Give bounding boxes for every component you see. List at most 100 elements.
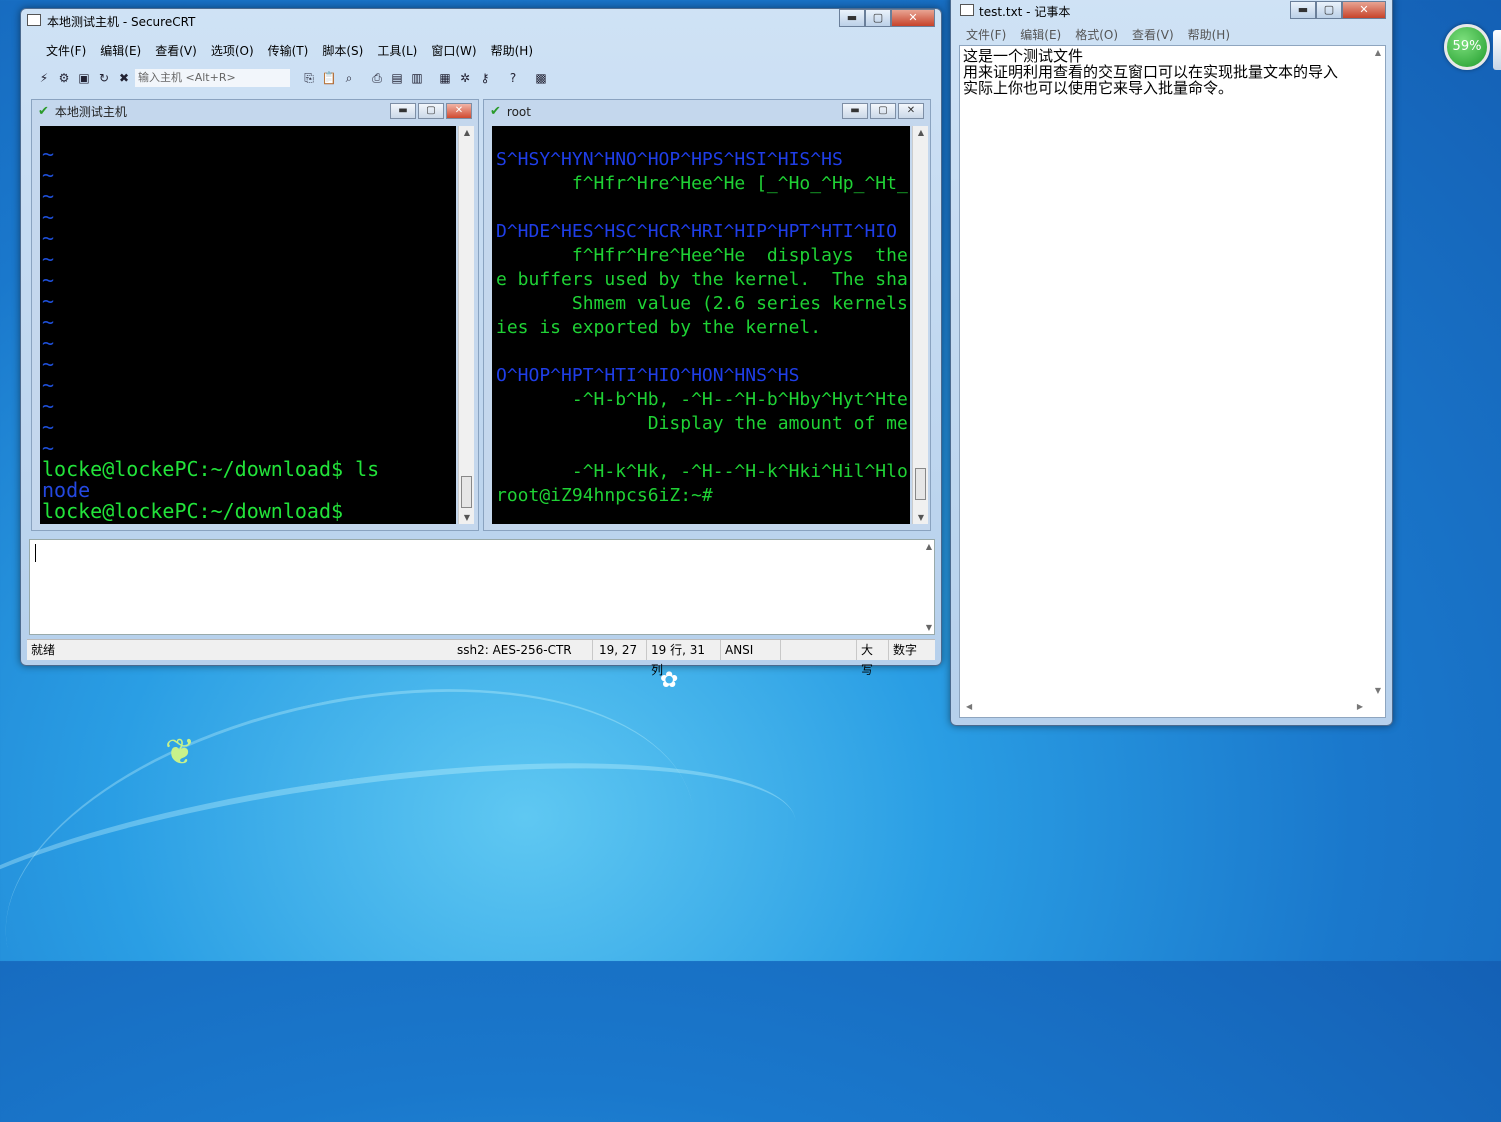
status-num: 数字 xyxy=(893,643,918,657)
scroll-up-arrow-icon[interactable]: ▲ xyxy=(1375,48,1381,57)
scroll-thumb[interactable] xyxy=(915,468,926,500)
menu-file[interactable]: 文件(F) xyxy=(39,41,93,61)
scroll-down-arrow-icon[interactable]: ▼ xyxy=(926,623,932,632)
scroll-down-arrow-icon[interactable]: ▼ xyxy=(913,513,929,522)
session-options-icon[interactable]: ▦ xyxy=(436,69,454,87)
terminal-scrollbar[interactable]: ▲ ▼ xyxy=(912,126,928,524)
pane-title-label: 本地测试主机 xyxy=(54,105,127,119)
find-icon[interactable]: ⌕ xyxy=(340,69,358,87)
menu-format[interactable]: 格式(O) xyxy=(1068,26,1125,44)
notepad-content: 这是一个测试文件 用来证明利用查看的交互窗口可以在实现批量文本的导入 实际上你也… xyxy=(963,47,1339,97)
connected-check-icon: ✔ xyxy=(38,104,49,119)
disconnect-icon[interactable]: ✖ xyxy=(115,69,133,87)
close-button[interactable]: ✕ xyxy=(891,9,935,27)
reconnect-icon[interactable]: ↻ xyxy=(95,69,113,87)
pane-title[interactable]: ✔ root xyxy=(490,102,531,122)
paste-icon[interactable]: 📋 xyxy=(320,69,338,87)
pane-minimize-button[interactable]: ▬ xyxy=(390,103,416,119)
connect-tab-icon[interactable]: ▣ xyxy=(75,69,93,87)
minimize-button[interactable]: ▬ xyxy=(839,9,865,27)
pane-minimize-button[interactable]: ▬ xyxy=(842,103,868,119)
quick-connect-icon[interactable]: ⚙ xyxy=(55,69,73,87)
menu-window[interactable]: 窗口(W) xyxy=(424,41,483,61)
pane-title[interactable]: ✔ 本地测试主机 xyxy=(38,102,127,122)
menu-help[interactable]: 帮助(H) xyxy=(1181,26,1237,44)
menu-options[interactable]: 选项(O) xyxy=(204,41,261,61)
scroll-down-arrow-icon[interactable]: ▼ xyxy=(1375,686,1381,695)
window-caption-buttons: ▬ ▢ ✕ xyxy=(839,9,935,27)
pane-caption-buttons: ▬ ▢ ✕ xyxy=(842,103,924,119)
command-window-input[interactable]: ▲ ▼ xyxy=(29,539,935,635)
menu-script[interactable]: 脚本(S) xyxy=(315,41,370,61)
quick-connect-input[interactable]: 输入主机 <Alt+R> xyxy=(135,69,290,87)
scroll-left-arrow-icon[interactable]: ◀ xyxy=(966,702,972,711)
vim-tilde-line: ~ xyxy=(42,415,55,439)
scroll-down-arrow-icon[interactable]: ▼ xyxy=(459,513,475,522)
print-selection-icon[interactable]: ▤ xyxy=(388,69,406,87)
print-setup-icon[interactable]: ▥ xyxy=(408,69,426,87)
menu-transfer[interactable]: 传输(T) xyxy=(261,41,316,61)
status-encoding: ANSI xyxy=(721,640,781,660)
vim-tilde-line: ~ xyxy=(42,184,55,208)
menu-view[interactable]: 查看(V) xyxy=(1125,26,1181,44)
terminal-scrollbar[interactable]: ▲ ▼ xyxy=(458,126,474,524)
menu-file[interactable]: 文件(F) xyxy=(959,26,1013,44)
scroll-up-arrow-icon[interactable]: ▲ xyxy=(459,128,475,137)
close-button[interactable]: ✕ xyxy=(1342,1,1386,19)
vim-tilde-line: ~ xyxy=(42,247,55,271)
notepad-titlebar[interactable]: test.txt - 记事本 ▬ ▢ ✕ xyxy=(951,0,1392,23)
menu-view[interactable]: 查看(V) xyxy=(148,41,204,61)
sidebar-gadget-icon[interactable] xyxy=(1493,30,1501,70)
connect-icon[interactable]: ⚡ xyxy=(35,69,53,87)
terminal-line: f^Hfr^Hre^Hee^He [_^Ho_^Hp_^Ht_ xyxy=(496,173,908,194)
terminal-line: f^Hfr^Hre^Hee^He displays the xyxy=(496,245,908,266)
session-pane-local: ✔ 本地测试主机 ▬ ▢ ✕ ~ ~ ~ ~ ~ ~ ~ ~ ~ ~ ~ ~ ~ ~ ~ locke@lock… xyxy=(31,99,479,531)
copy-icon[interactable]: ⎘ xyxy=(300,69,318,87)
menu-help[interactable]: 帮助(H) xyxy=(484,41,540,61)
window-caption-buttons: ▬ ▢ ✕ xyxy=(1290,1,1386,19)
terminal-screen[interactable]: S^HSY^HYN^HNO^HOP^HPS^HSI^HIS^HS f^Hfr^H… xyxy=(492,126,910,524)
securecrt-menubar: 文件(F) 编辑(E) 查看(V) 选项(O) 传输(T) 脚本(S) 工具(L… xyxy=(39,41,540,61)
minimize-button[interactable]: ▬ xyxy=(1290,1,1316,19)
pane-close-button[interactable]: ✕ xyxy=(898,103,924,119)
notepad-text-area[interactable]: 这是一个测试文件 用来证明利用查看的交互窗口可以在实现批量文本的导入 实际上你也… xyxy=(959,45,1386,718)
scroll-thumb[interactable] xyxy=(461,476,472,508)
scroll-right-arrow-icon[interactable]: ▶ xyxy=(1357,702,1363,711)
vim-tilde-line: ~ xyxy=(42,436,55,460)
keymap-icon[interactable]: ⚷ xyxy=(476,69,494,87)
scroll-up-arrow-icon[interactable]: ▲ xyxy=(913,128,929,137)
pane-maximize-button[interactable]: ▢ xyxy=(870,103,896,119)
vim-tilde-line: ~ xyxy=(42,142,55,166)
menu-edit[interactable]: 编辑(E) xyxy=(1013,26,1068,44)
vim-tilde-line: ~ xyxy=(42,226,55,250)
print-icon[interactable]: ⎙ xyxy=(368,69,386,87)
menu-tools[interactable]: 工具(L) xyxy=(370,41,424,61)
maximize-button[interactable]: ▢ xyxy=(1316,1,1342,19)
terminal-line: locke@lockePC:~/download$ ls xyxy=(42,457,380,481)
vim-tilde-line: ~ xyxy=(42,394,55,418)
notepad-menubar: 文件(F) 编辑(E) 格式(O) 查看(V) 帮助(H) xyxy=(959,26,1237,44)
vim-tilde-line: ~ xyxy=(42,331,55,355)
pane-close-button[interactable]: ✕ xyxy=(446,103,472,119)
maximize-button[interactable]: ▢ xyxy=(865,9,891,27)
terminal-line: -^H-k^Hk, -^H--^H-k^Hki^Hil^Hlo xyxy=(496,461,908,482)
terminal-line: e buffers used by the kernel. The sha xyxy=(496,269,908,290)
terminal-line: Display the amount of me xyxy=(496,413,908,434)
securecrt-toolbar: ⚡ ⚙ ▣ ↻ ✖ 输入主机 <Alt+R> ⎘ 📋 ⌕ ⎙ ▤ ▥ ▦ ✲ ⚷… xyxy=(35,65,935,91)
help-icon[interactable]: ? xyxy=(504,69,522,87)
menu-edit[interactable]: 编辑(E) xyxy=(93,41,148,61)
terminal-line: ies is exported by the kernel. xyxy=(496,317,822,338)
pane-maximize-button[interactable]: ▢ xyxy=(418,103,444,119)
terminal-line: locke@lockePC:~/download$ xyxy=(42,499,344,523)
vim-tilde-line: ~ xyxy=(42,352,55,376)
vim-tilde-line: ~ xyxy=(42,310,55,334)
global-options-icon[interactable]: ✲ xyxy=(456,69,474,87)
battery-indicator-widget[interactable]: 59% xyxy=(1444,24,1490,70)
sftp-icon[interactable]: ▩ xyxy=(532,69,550,87)
securecrt-titlebar[interactable]: 本地测试主机 - SecureCRT ▬ ▢ ✕ xyxy=(21,9,941,31)
scroll-up-arrow-icon[interactable]: ▲ xyxy=(926,542,932,551)
terminal-screen[interactable]: ~ ~ ~ ~ ~ ~ ~ ~ ~ ~ ~ ~ ~ ~ ~ locke@lockePC:~/download$… xyxy=(40,126,456,524)
